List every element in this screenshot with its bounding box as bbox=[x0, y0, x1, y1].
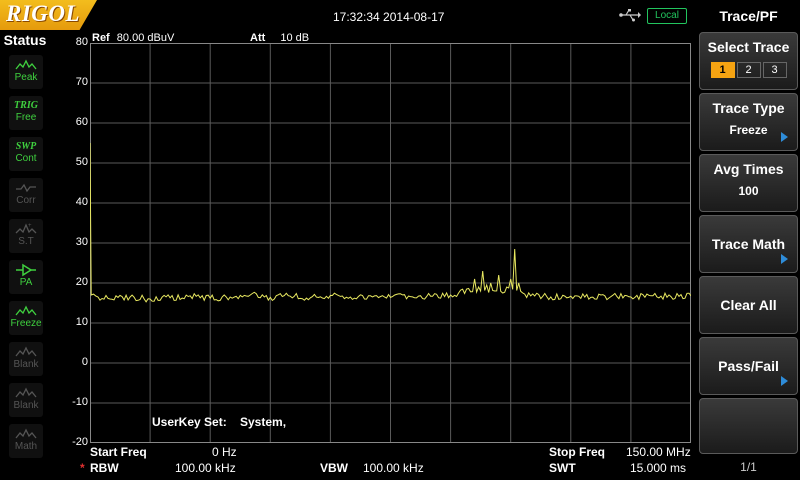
status-panel-title: Status bbox=[3, 32, 47, 48]
corr-icon bbox=[9, 181, 43, 195]
submenu-arrow-icon bbox=[781, 254, 788, 264]
status-freeze-indicator: Freeze bbox=[9, 301, 43, 335]
pass-fail-label: Pass/Fail bbox=[718, 358, 779, 374]
freeze-icon bbox=[9, 304, 43, 318]
ref-label: Ref bbox=[92, 32, 110, 44]
y-tick-label: 20 bbox=[75, 276, 88, 288]
select-trace-button[interactable]: Select Trace 123 bbox=[699, 32, 798, 90]
stop-freq-value: 150.00 MHz bbox=[626, 445, 691, 459]
y-tick-label: 80 bbox=[75, 36, 88, 48]
trace-math-button[interactable]: Trace Math bbox=[699, 215, 798, 273]
status-pa-indicator: PA bbox=[9, 260, 43, 294]
status-st-indicator: + S.T bbox=[9, 219, 43, 253]
menu-page-indicator: 1/1 bbox=[740, 460, 757, 474]
trace-math-label: Trace Math bbox=[711, 236, 786, 252]
status-label: Cont bbox=[15, 153, 37, 164]
select-trace-label: Select Trace bbox=[707, 39, 790, 55]
userkey-label: UserKey Set: bbox=[152, 415, 227, 429]
userkey-value: System, bbox=[240, 415, 287, 429]
pass-fail-button[interactable]: Pass/Fail bbox=[699, 337, 798, 395]
submenu-arrow-icon bbox=[781, 376, 788, 386]
status-label: Blank bbox=[13, 359, 39, 370]
status-label: S.T bbox=[18, 236, 34, 247]
blank-icon bbox=[9, 386, 43, 400]
date-time: 17:32:34 2014-08-17 bbox=[333, 10, 445, 24]
swp-icon: SWP bbox=[15, 141, 37, 152]
empty-softkey[interactable] bbox=[699, 398, 798, 454]
vbw-value: 100.00 kHz bbox=[363, 461, 424, 475]
brand-logo-text: RIGOL bbox=[6, 1, 81, 26]
ref-value: 80.00 dBuV bbox=[116, 32, 175, 44]
status-free-indicator: TRIG Free bbox=[9, 96, 43, 130]
y-tick-label: 30 bbox=[75, 236, 88, 248]
peak-icon bbox=[9, 58, 43, 72]
status-blank-indicator: Blank bbox=[9, 383, 43, 417]
status-label: Math bbox=[14, 441, 38, 452]
status-label: Peak bbox=[14, 72, 38, 83]
menu-title: Trace/PF bbox=[697, 0, 800, 30]
status-blank-indicator: Blank bbox=[9, 342, 43, 376]
trace-type-button[interactable]: Trace Type Freeze bbox=[699, 93, 798, 151]
rbw-label: RBW bbox=[90, 461, 119, 475]
status-math-indicator: Math bbox=[9, 424, 43, 458]
status-cont-indicator: SWP Cont bbox=[9, 137, 43, 171]
usb-icon bbox=[619, 9, 641, 22]
clear-all-label: Clear All bbox=[720, 297, 777, 313]
local-status-badge: Local bbox=[647, 8, 687, 24]
trace-option-3[interactable]: 3 bbox=[762, 62, 787, 78]
start-freq-value: 0 Hz bbox=[212, 445, 237, 459]
math-icon bbox=[9, 427, 43, 441]
avg-times-label: Avg Times bbox=[713, 161, 784, 177]
y-tick-label: 10 bbox=[75, 316, 88, 328]
ref-level: Ref 80.00 dBuV bbox=[92, 32, 174, 44]
trace-selector: 123 bbox=[700, 60, 797, 78]
y-tick-label: 0 bbox=[81, 356, 88, 368]
trace-option-1[interactable]: 1 bbox=[710, 62, 735, 78]
status-corr-indicator: Corr bbox=[9, 178, 43, 212]
swt-label: SWT bbox=[549, 461, 576, 475]
rbw-value: 100.00 kHz bbox=[175, 461, 236, 475]
clear-all-button[interactable]: Clear All bbox=[699, 276, 798, 334]
status-label: Blank bbox=[13, 400, 39, 411]
status-label: Freeze bbox=[10, 318, 42, 329]
blank-icon bbox=[9, 345, 43, 359]
st-icon: + bbox=[9, 222, 43, 236]
svg-text:+: + bbox=[28, 223, 32, 229]
trace-option-2[interactable]: 2 bbox=[736, 62, 761, 78]
avg-times-button[interactable]: Avg Times 100 bbox=[699, 154, 798, 212]
y-tick-label: -10 bbox=[72, 396, 88, 408]
y-tick-label: 60 bbox=[75, 116, 88, 128]
attenuation: Att 10 dB bbox=[250, 32, 309, 44]
spectrum-plot bbox=[90, 43, 691, 443]
pa-icon bbox=[9, 263, 43, 277]
y-tick-label: 40 bbox=[75, 196, 88, 208]
stop-freq-label: Stop Freq bbox=[549, 445, 605, 459]
y-tick-label: 50 bbox=[75, 156, 88, 168]
att-label: Att bbox=[250, 32, 266, 44]
trace-type-label: Trace Type bbox=[712, 100, 785, 116]
status-label: Free bbox=[15, 112, 37, 123]
status-label: Corr bbox=[16, 195, 36, 206]
att-value: 10 dB bbox=[280, 32, 310, 44]
start-freq-label: Start Freq bbox=[90, 445, 147, 459]
submenu-arrow-icon bbox=[781, 132, 788, 142]
y-tick-label: -20 bbox=[72, 436, 88, 448]
status-peak-indicator: Peak bbox=[9, 55, 43, 89]
vbw-label: VBW bbox=[320, 461, 348, 475]
y-tick-label: 70 bbox=[75, 76, 88, 88]
avg-times-value: 100 bbox=[738, 184, 759, 198]
trig-icon: TRIG bbox=[14, 100, 38, 111]
swt-value: 15.000 ms bbox=[630, 461, 687, 475]
rbw-manual-marker: * bbox=[80, 461, 85, 475]
status-label: PA bbox=[19, 277, 33, 288]
